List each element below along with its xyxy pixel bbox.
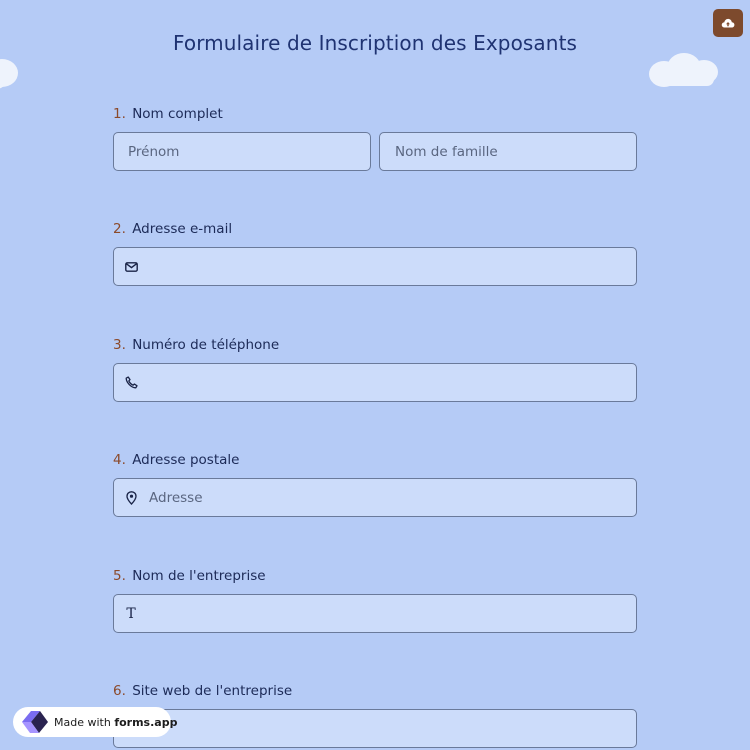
- map-pin-icon: [123, 490, 139, 506]
- question-text: Numéro de téléphone: [132, 337, 280, 353]
- question-number: 6.: [113, 683, 126, 699]
- cloud-upload-icon: [721, 18, 735, 28]
- question-number: 5.: [113, 568, 126, 584]
- question-number: 2.: [113, 221, 126, 237]
- question-label: 6. Site web de l'entreprise: [113, 682, 637, 700]
- badge-prefix: Made with: [54, 715, 111, 729]
- form-page: Formulaire de Inscription des Exposants …: [0, 0, 750, 750]
- address-input[interactable]: Adresse: [113, 478, 637, 517]
- cloud-decoration-right: [649, 53, 718, 87]
- question-text: Nom complet: [132, 106, 223, 122]
- badge-text: Made with forms.app: [54, 716, 177, 729]
- question-text: Nom de l'entreprise: [132, 568, 266, 584]
- phone-input[interactable]: [113, 363, 637, 402]
- text-icon: T: [126, 605, 136, 622]
- question-label: 3. Numéro de téléphone: [113, 336, 637, 354]
- last-name-input[interactable]: Nom de famille: [379, 132, 637, 171]
- company-name-input[interactable]: T: [113, 594, 637, 633]
- forms-app-logo: [20, 709, 50, 735]
- question-number: 4.: [113, 452, 126, 468]
- question-text: Adresse postale: [132, 452, 240, 468]
- question-text: Adresse e-mail: [132, 221, 233, 237]
- company-website-input[interactable]: [113, 709, 637, 748]
- question-number: 3.: [113, 337, 126, 353]
- question-text: Site web de l'entreprise: [132, 683, 293, 699]
- made-with-forms-app-badge[interactable]: Made with forms.app: [13, 707, 177, 737]
- address-placeholder: Adresse: [149, 489, 203, 506]
- first-name-input[interactable]: Prénom: [113, 132, 371, 171]
- phone-icon: [123, 375, 139, 391]
- badge-brand: forms.app: [114, 715, 178, 729]
- question-full-name: 1. Nom complet Prénom Nom de famille: [113, 105, 637, 171]
- last-name-placeholder: Nom de famille: [395, 143, 498, 160]
- question-company-website: 6. Site web de l'entreprise: [113, 682, 637, 748]
- form-title: Formulaire de Inscription des Exposants: [172, 31, 578, 55]
- cloud-decoration-left: [0, 59, 18, 89]
- question-postal-address: 4. Adresse postale Adresse: [113, 451, 637, 517]
- first-name-placeholder: Prénom: [128, 143, 180, 160]
- question-email: 2. Adresse e-mail: [113, 220, 637, 286]
- envelope-icon: [123, 259, 139, 275]
- email-input[interactable]: [113, 247, 637, 286]
- question-label: 4. Adresse postale: [113, 451, 637, 469]
- question-number: 1.: [113, 106, 126, 122]
- question-label: 2. Adresse e-mail: [113, 220, 637, 238]
- question-label: 5. Nom de l'entreprise: [113, 567, 637, 585]
- question-phone: 3. Numéro de téléphone: [113, 336, 637, 402]
- question-company-name: 5. Nom de l'entreprise T: [113, 567, 637, 633]
- question-label: 1. Nom complet: [113, 105, 637, 123]
